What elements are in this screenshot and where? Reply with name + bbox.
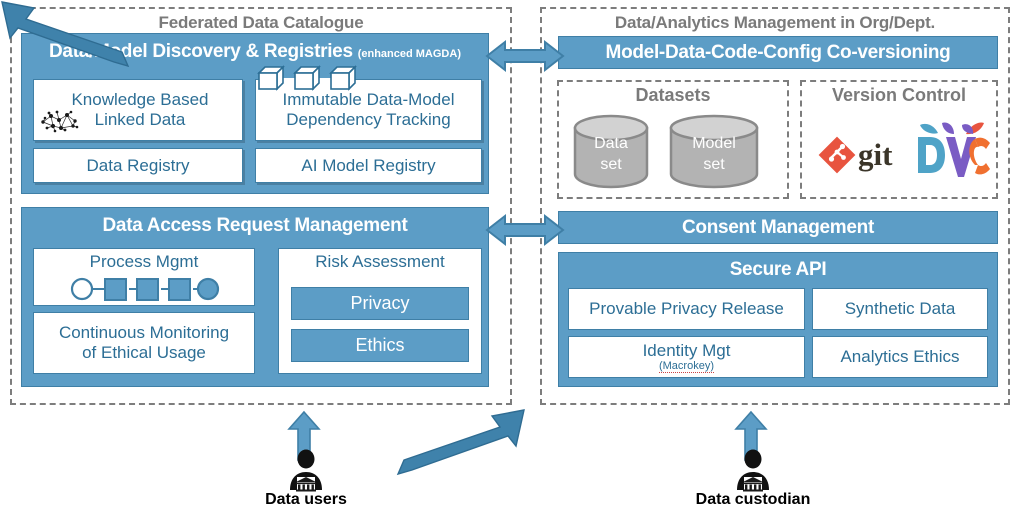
discovery-coversioning-link-icon [485, 38, 565, 74]
card-data-registry-label: Data Registry [86, 155, 190, 175]
dvc-logo-icon [912, 119, 994, 181]
card-synthetic-data-label: Synthetic Data [844, 299, 956, 319]
group-data-access-title: Data Access Request Management [102, 215, 408, 236]
chip-privacy[interactable]: Privacy [291, 287, 469, 320]
custodian-to-center-arrow-icon [0, 0, 130, 70]
card-data-registry[interactable]: Data Registry [33, 148, 243, 183]
card-analytics-ethics-label: Analytics Ethics [840, 347, 960, 367]
blockchain-cubes-icon [257, 63, 361, 91]
bar-consent-management-label: Consent Management [681, 216, 874, 238]
chip-ethics-label: Ethics [355, 335, 405, 355]
diagram-canvas: Federated Data Catalogue Data/Model Disc… [0, 0, 1024, 511]
git-logo-icon: git [818, 130, 916, 180]
panel-data-analytics-management-title: Data/Analytics Management in Org/Dept. [614, 13, 936, 32]
discovery-title-sub: (enhanced MAGDA) [357, 48, 461, 60]
card-identity-mgt-sub: (Macrokey) [658, 359, 714, 373]
cylinder-data-set-label: Data set [594, 134, 628, 173]
bar-co-versioning[interactable]: Model-Data-Code-Config Co-versioning [558, 36, 998, 69]
card-knowledge-based-linked-data-label: Knowledge Based Linked Data [71, 90, 209, 129]
card-risk-assessment-label: Risk Assessment [315, 252, 445, 271]
card-provable-privacy-release-label: Provable Privacy Release [589, 299, 784, 319]
svg-text:git: git [858, 137, 893, 172]
knowledge-graph-icon [37, 108, 81, 136]
card-identity-mgt[interactable]: Identity Mgt (Macrokey) [568, 336, 805, 378]
bar-co-versioning-label: Model-Data-Code-Config Co-versioning [605, 41, 951, 63]
group-secure-api-title: Secure API [729, 259, 827, 280]
actor-data-custodian[interactable] [733, 449, 773, 492]
card-ai-model-registry[interactable]: AI Model Registry [255, 148, 482, 183]
actor-data-users-label: Data users [265, 491, 347, 508]
cylinder-data-set[interactable]: Data set [572, 114, 650, 189]
subpanel-datasets-title: Datasets [635, 85, 711, 105]
card-ai-model-registry-label: AI Model Registry [301, 155, 436, 175]
bar-consent-management[interactable]: Consent Management [558, 211, 998, 244]
actor-data-users[interactable] [286, 449, 326, 492]
access-consent-link-icon [485, 212, 565, 248]
process-flow-icon [69, 277, 220, 301]
card-continuous-monitoring[interactable]: Continuous Monitoring of Ethical Usage [33, 312, 255, 374]
chip-ethics[interactable]: Ethics [291, 329, 469, 362]
card-provable-privacy-release[interactable]: Provable Privacy Release [568, 288, 805, 330]
card-process-mgmt-label: Process Mgmt [89, 252, 199, 271]
cylinder-model-set-label: Model set [692, 134, 736, 173]
subpanel-version-control-title: Version Control [831, 85, 966, 105]
card-analytics-ethics[interactable]: Analytics Ethics [812, 336, 988, 378]
card-synthetic-data[interactable]: Synthetic Data [812, 288, 988, 330]
card-continuous-monitoring-label: Continuous Monitoring of Ethical Usage [58, 323, 230, 362]
cylinder-model-set[interactable]: Model set [668, 114, 760, 189]
card-identity-mgt-label: Identity Mgt [642, 341, 731, 361]
card-immutable-dependency-tracking-label: Immutable Data-Model Dependency Tracking [282, 90, 455, 129]
actor-data-custodian-label: Data custodian [695, 491, 811, 508]
chip-privacy-label: Privacy [350, 293, 410, 313]
users-to-center-arrow-icon [396, 408, 526, 478]
